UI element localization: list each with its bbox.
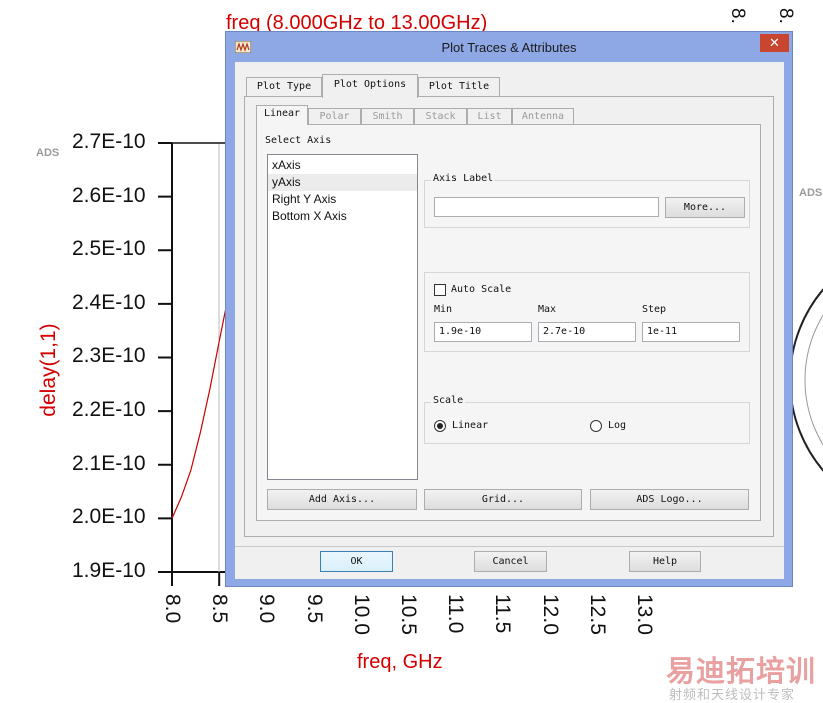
top-right-tick-2: 8. xyxy=(775,8,796,24)
x-axis-label: freq, GHz xyxy=(357,651,443,673)
axis-range-group: Auto Scale Min Max Step 1.9e-10 2.7e-10 … xyxy=(424,272,750,352)
x-tick-label: 13.0 xyxy=(633,594,656,635)
y-tick-label: 2.4E-10 xyxy=(72,290,146,314)
linear-panel: Select Axis xAxis yAxis Right Y Axis Bottom… xyxy=(256,124,761,521)
select-axis-label: Select Axis xyxy=(265,135,332,146)
more-button[interactable]: More... xyxy=(665,197,745,218)
scale-linear-label: Linear xyxy=(452,420,489,431)
step-label: Step xyxy=(642,304,667,315)
subtab-list: List xyxy=(467,108,512,125)
axis-listbox[interactable]: xAxis yAxis Right Y Axis Bottom X Axis xyxy=(267,154,418,480)
min-label: Min xyxy=(434,304,453,315)
x-tick-label: 10.5 xyxy=(397,594,420,635)
add-axis-button[interactable]: Add Axis... xyxy=(267,489,417,510)
axis-list-item[interactable]: xAxis xyxy=(268,157,417,174)
scale-log-radio[interactable] xyxy=(590,420,602,432)
axis-label-group-title: Axis Label xyxy=(431,173,496,184)
smith-chart-fragment xyxy=(789,288,823,472)
scale-linear-radio[interactable] xyxy=(434,420,446,432)
axis-list-item[interactable]: yAxis xyxy=(268,174,417,191)
plot-options-panel: Linear Polar Smith Stack List Antenna Se… xyxy=(244,96,774,537)
x-tick-label: 9.0 xyxy=(255,594,279,624)
axis-list-item[interactable]: Right Y Axis xyxy=(268,191,417,208)
y-tick-label: 2.7E-10 xyxy=(72,130,146,153)
y-tick-label: 2.1E-10 xyxy=(72,451,146,475)
auto-scale-label: Auto Scale xyxy=(451,284,512,295)
x-tick-label: 12.5 xyxy=(585,594,609,635)
cancel-button[interactable]: Cancel xyxy=(474,551,547,572)
y-tick-label: 2.3E-10 xyxy=(72,344,146,368)
subtab-antenna: Antenna xyxy=(512,108,574,125)
x-tick-label: 11.0 xyxy=(444,594,468,634)
subtab-polar: Polar xyxy=(308,108,361,125)
x-tick-label: 10.0 xyxy=(349,594,373,635)
ads-logo-button[interactable]: ADS Logo... xyxy=(590,489,749,510)
footer-divider xyxy=(235,546,784,547)
site-watermark-subtitle: 射频和天线设计专家 xyxy=(669,687,796,702)
axis-label-group: Axis Label More... xyxy=(424,173,750,228)
plot-traces-dialog: Plot Traces & Attributes ✕ Plot Type Plo… xyxy=(225,31,793,587)
tab-plot-type[interactable]: Plot Type xyxy=(246,77,322,97)
tab-plot-title[interactable]: Plot Title xyxy=(418,77,500,97)
x-tick-label: 8.5 xyxy=(208,594,232,624)
close-button[interactable]: ✕ xyxy=(760,34,789,52)
dialog-client: Plot Type Plot Options Plot Title Linear… xyxy=(235,62,784,579)
scale-group-title: Scale xyxy=(431,395,466,406)
y-tick-label: 2.0E-10 xyxy=(72,505,146,529)
axis-label-input[interactable] xyxy=(434,197,659,217)
x-tick-label: 8.0 xyxy=(161,594,184,624)
dialog-title: Plot Traces & Attributes xyxy=(441,40,577,55)
x-tick-label: 11.5 xyxy=(491,594,515,634)
step-input[interactable]: 1e-11 xyxy=(642,322,740,342)
auto-scale-checkbox[interactable] xyxy=(434,284,446,296)
max-label: Max xyxy=(538,304,557,315)
x-tick-label: 9.5 xyxy=(302,594,326,624)
y-tick-label: 2.5E-10 xyxy=(72,237,146,261)
min-input[interactable]: 1.9e-10 xyxy=(434,322,532,342)
top-right-tick-1: 8. xyxy=(727,8,748,24)
scale-log-label: Log xyxy=(608,420,627,431)
y-tick-label: 1.9E-10 xyxy=(72,558,146,582)
subtab-linear[interactable]: Linear xyxy=(256,105,308,125)
y-tick-label: 2.2E-10 xyxy=(72,398,146,421)
grid-button[interactable]: Grid... xyxy=(424,489,582,510)
subtab-smith: Smith xyxy=(361,108,414,125)
tab-plot-options[interactable]: Plot Options xyxy=(322,74,418,98)
scale-group: Scale Linear Log xyxy=(424,395,750,444)
x-tick-label: 12.0 xyxy=(538,594,562,635)
help-button[interactable]: Help xyxy=(629,551,701,572)
max-input[interactable]: 2.7e-10 xyxy=(538,322,636,342)
y-tick-label: 2.6E-10 xyxy=(72,183,146,207)
axis-list-item[interactable]: Bottom X Axis xyxy=(268,208,417,225)
ok-button[interactable]: OK xyxy=(320,551,393,572)
subtab-stack: Stack xyxy=(414,108,467,125)
dialog-titlebar[interactable]: Plot Traces & Attributes ✕ xyxy=(226,32,792,62)
